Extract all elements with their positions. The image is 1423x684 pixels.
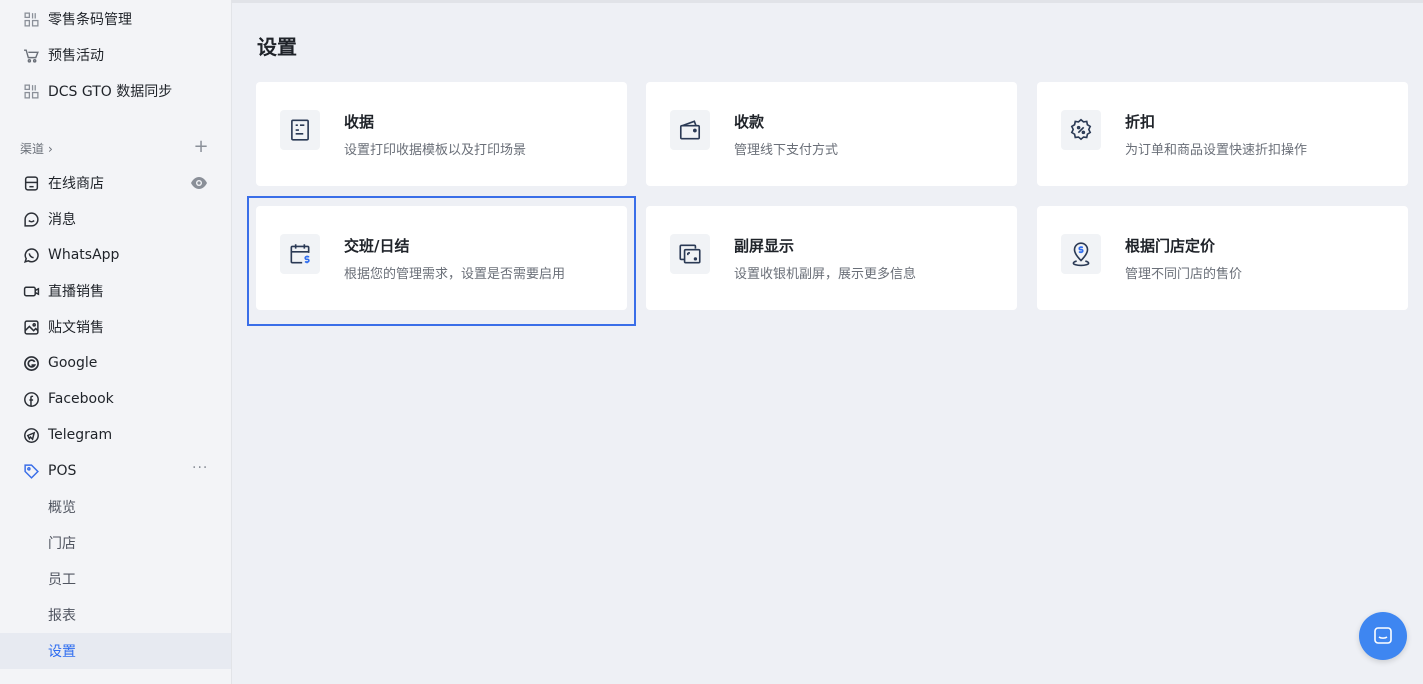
- card-title: 收款: [734, 113, 765, 131]
- sidebar-item-dcs-sync[interactable]: DCS GTO 数据同步: [0, 73, 231, 109]
- sidebar-item-barcode[interactable]: 零售条码管理: [0, 1, 231, 37]
- sidebar-item-post-sales[interactable]: 贴文销售: [0, 309, 231, 345]
- chat-bubble-icon: [1374, 627, 1392, 644]
- store-icon: [22, 174, 40, 192]
- card-title: 折扣: [1125, 113, 1156, 131]
- settings-card-store-pricing[interactable]: 根据门店定价 管理不同门店的售价: [1037, 206, 1408, 310]
- sidebar-item-label: 消息: [48, 212, 76, 228]
- receipt-icon: [280, 110, 320, 150]
- tag-icon: [22, 462, 40, 480]
- card-description: 设置打印收据模板以及打印场景: [344, 143, 527, 158]
- sidebar-item-label: POS: [48, 463, 77, 479]
- sidebar-item-pos-settings[interactable]: 设置: [0, 633, 231, 669]
- card-description: 为订单和商品设置快速折扣操作: [1125, 143, 1308, 158]
- facebook-icon: [22, 390, 40, 408]
- chevron-right-icon: ›: [48, 141, 53, 156]
- sidebar-item-label: WhatsApp: [48, 247, 120, 263]
- card-title: 收据: [344, 113, 375, 131]
- card-title: 交班/日结: [344, 237, 410, 255]
- more-options-icon[interactable]: ···: [192, 460, 210, 480]
- card-description: 根据您的管理需求，设置是否需要启用: [344, 267, 566, 282]
- settings-card-second-screen[interactable]: 副屏显示 设置收银机副屏，展示更多信息: [646, 206, 1017, 310]
- card-description: 设置收银机副屏，展示更多信息: [734, 267, 917, 282]
- telegram-icon: [22, 426, 40, 444]
- sidebar-item-live-sales[interactable]: 直播销售: [0, 273, 231, 309]
- sidebar-item-pos-staff[interactable]: 员工: [0, 561, 231, 597]
- sidebar-item-label: 零售条码管理: [48, 12, 132, 28]
- whatsapp-icon: [22, 246, 40, 264]
- wallet-icon: [670, 110, 710, 150]
- card-description: 管理不同门店的售价: [1125, 267, 1243, 282]
- card-title: 副屏显示: [734, 237, 795, 255]
- discount-badge-icon: [1061, 110, 1101, 150]
- sidebar-item-presale[interactable]: 预售活动: [0, 37, 231, 73]
- sidebar-item-label: 预售活动: [48, 48, 104, 64]
- sidebar-item-whatsapp[interactable]: WhatsApp: [0, 237, 231, 273]
- chat-icon: [22, 210, 40, 228]
- location-dollar-icon: [1061, 234, 1101, 274]
- sidebar: 零售条码管理 预售活动 DCS GTO 数据同步 渠道 › + 在线商店 消息 …: [0, 0, 232, 684]
- second-screen-icon: [670, 234, 710, 274]
- grid-icon: [22, 82, 40, 100]
- chat-support-button[interactable]: [1359, 612, 1407, 660]
- image-post-icon: [22, 318, 40, 336]
- settings-card-payment[interactable]: 收款 管理线下支付方式: [646, 82, 1017, 186]
- sidebar-item-facebook[interactable]: Facebook: [0, 381, 231, 417]
- settings-card-shift-closing[interactable]: 交班/日结 根据您的管理需求，设置是否需要启用: [256, 206, 627, 310]
- sidebar-item-pos-stores[interactable]: 门店: [0, 525, 231, 561]
- sidebar-item-label: 直播销售: [48, 284, 104, 300]
- sidebar-item-pos-overview[interactable]: 概览: [0, 489, 231, 525]
- add-channel-button[interactable]: +: [192, 138, 210, 156]
- sidebar-item-label: Facebook: [48, 391, 114, 407]
- calendar-dollar-icon: [280, 234, 320, 274]
- grid-icon: [22, 10, 40, 28]
- google-icon: [22, 354, 40, 372]
- channel-group-label[interactable]: 渠道 ›: [20, 140, 53, 157]
- sidebar-item-label: 贴文销售: [48, 320, 104, 336]
- sidebar-item-label: 在线商店: [48, 176, 104, 192]
- eye-icon[interactable]: [190, 175, 208, 191]
- settings-card-receipt[interactable]: 收据 设置打印收据模板以及打印场景: [256, 82, 627, 186]
- page-title: 设置: [257, 35, 297, 59]
- card-title: 根据门店定价: [1125, 237, 1216, 255]
- sidebar-item-label: Telegram: [48, 427, 113, 443]
- sidebar-item-messages[interactable]: 消息: [0, 201, 231, 237]
- sidebar-item-telegram[interactable]: Telegram: [0, 417, 231, 453]
- sidebar-item-label: DCS GTO 数据同步: [48, 84, 173, 100]
- live-video-icon: [22, 282, 40, 300]
- cart-tag-icon: [22, 46, 40, 64]
- sidebar-item-label: Google: [48, 355, 98, 371]
- settings-card-discount[interactable]: 折扣 为订单和商品设置快速折扣操作: [1037, 82, 1408, 186]
- sidebar-item-pos-reports[interactable]: 报表: [0, 597, 231, 633]
- sidebar-item-google[interactable]: Google: [0, 345, 231, 381]
- card-description: 管理线下支付方式: [734, 143, 839, 158]
